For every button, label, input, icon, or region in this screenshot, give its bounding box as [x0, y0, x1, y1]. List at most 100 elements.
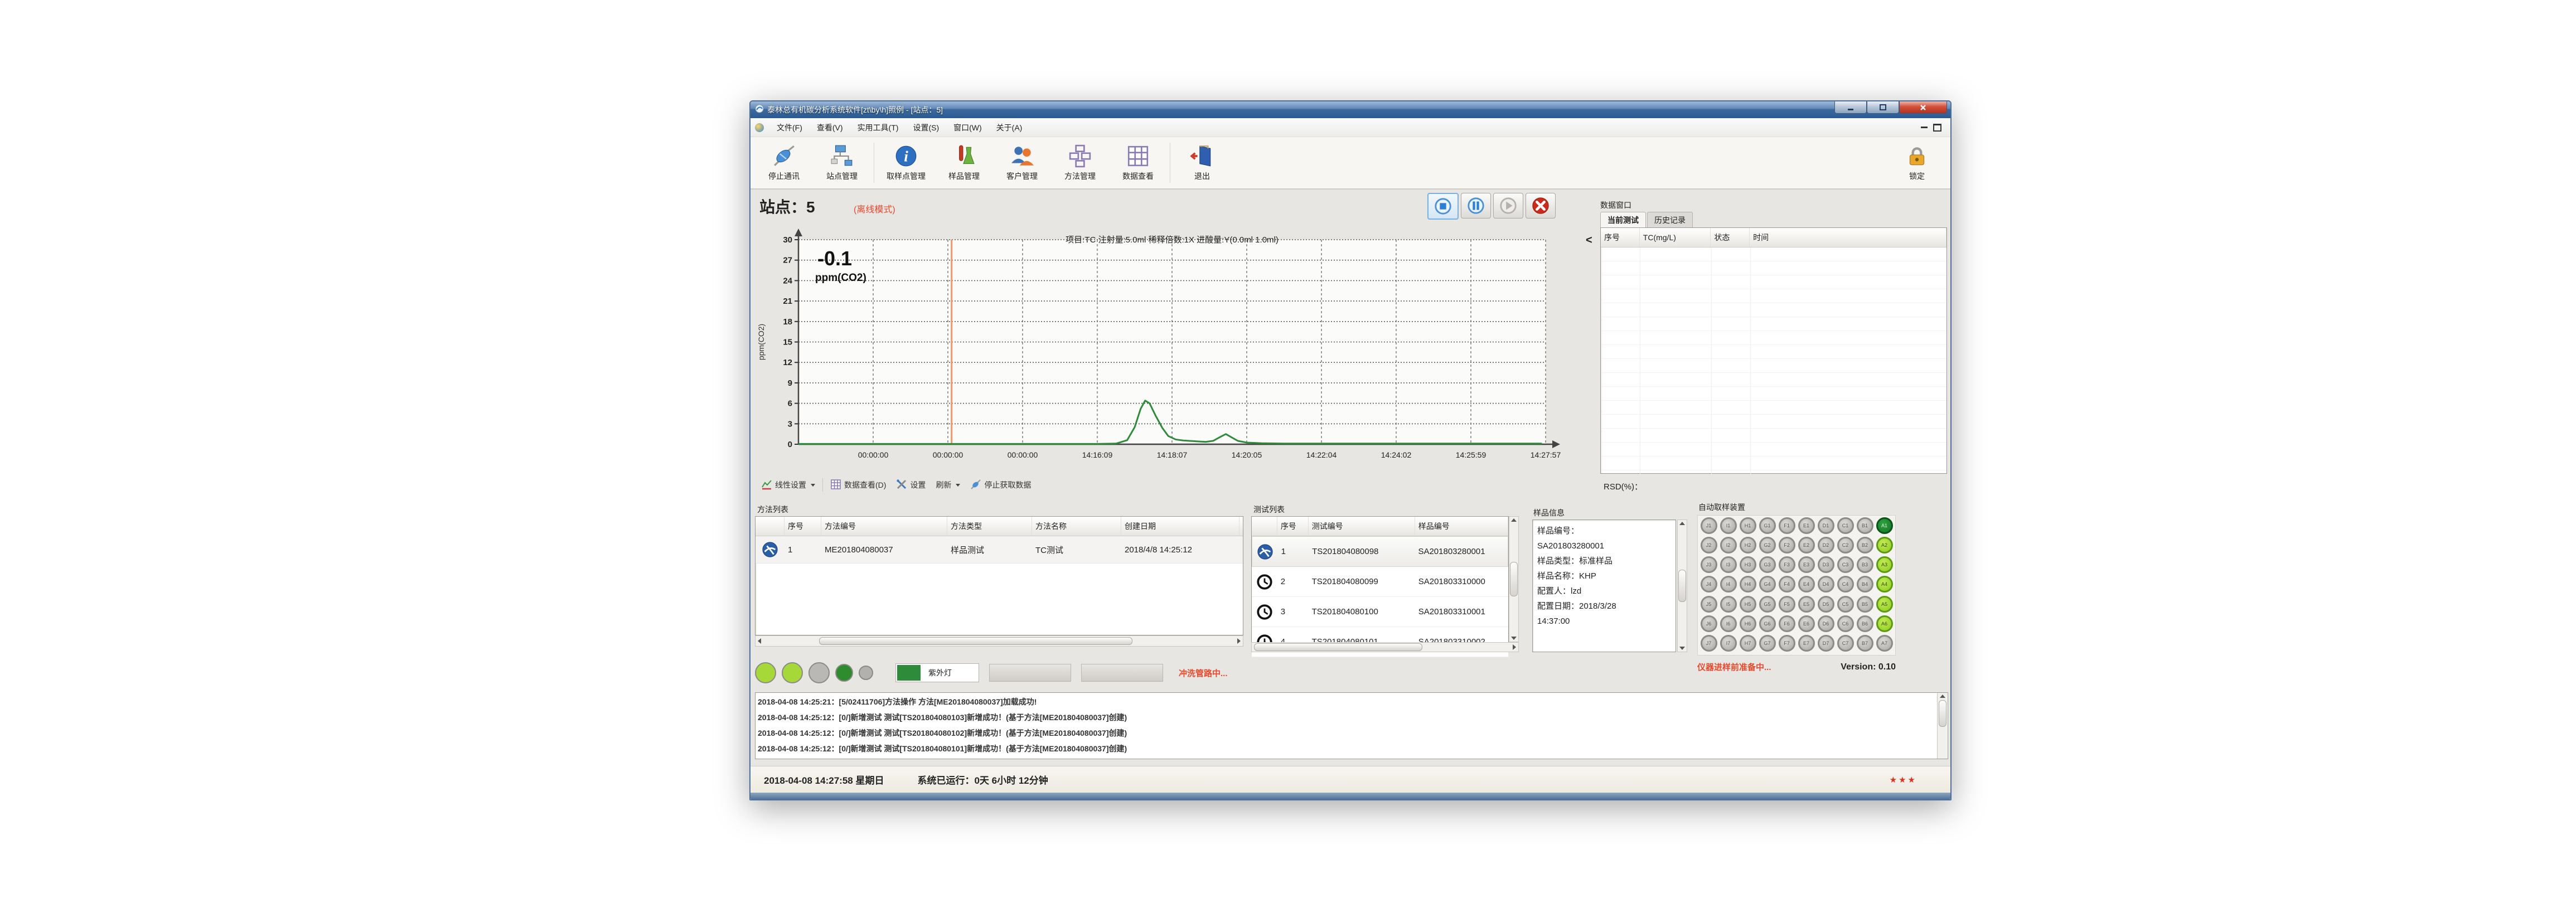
well-D2[interactable]: D2: [1818, 537, 1834, 554]
well-H7[interactable]: H7: [1740, 635, 1756, 652]
data-view-chart-tool[interactable]: 数据查看(D): [825, 477, 891, 493]
well-B6[interactable]: B6: [1857, 615, 1873, 632]
sample-info-vscrollbar[interactable]: [1677, 520, 1687, 652]
well-J1[interactable]: J1: [1701, 517, 1717, 534]
test-row[interactable]: 3TS201804080100SA201803310001: [1252, 597, 1508, 627]
well-I4[interactable]: I4: [1720, 576, 1737, 593]
well-J2[interactable]: J2: [1701, 537, 1717, 554]
tab-current-test[interactable]: 当前测试: [1600, 212, 1646, 228]
well-E1[interactable]: E1: [1798, 517, 1815, 534]
stop-acquire-chart-tool[interactable]: 停止获取数据: [965, 477, 1036, 493]
well-I5[interactable]: I5: [1720, 596, 1737, 613]
data-view-button[interactable]: 数据查看: [1109, 139, 1167, 187]
menu-item-file[interactable]: 文件(F): [769, 118, 810, 137]
event-log[interactable]: 2018-04-08 14:25:21：[5/02411706]方法操作 方法[…: [755, 692, 1948, 759]
well-B4[interactable]: B4: [1857, 576, 1873, 593]
well-F6[interactable]: F6: [1779, 615, 1795, 632]
well-H5[interactable]: H5: [1740, 596, 1756, 613]
well-I6[interactable]: I6: [1720, 615, 1737, 632]
well-A6[interactable]: A6: [1876, 615, 1893, 632]
well-J6[interactable]: J6: [1701, 615, 1717, 632]
sample-manage-button[interactable]: 样品管理: [935, 139, 993, 187]
minimize-button[interactable]: [1834, 101, 1867, 114]
well-E7[interactable]: E7: [1798, 635, 1815, 652]
well-C1[interactable]: C1: [1837, 517, 1854, 534]
well-B5[interactable]: B5: [1857, 596, 1873, 613]
test-row[interactable]: 2TS201804080099SA201803310000: [1252, 567, 1508, 597]
well-H3[interactable]: H3: [1740, 556, 1756, 573]
well-D7[interactable]: D7: [1818, 635, 1834, 652]
well-F5[interactable]: F5: [1779, 596, 1795, 613]
menu-item-settings[interactable]: 设置(S): [906, 118, 946, 137]
well-F7[interactable]: F7: [1779, 635, 1795, 652]
well-F3[interactable]: F3: [1779, 556, 1795, 573]
menu-item-view[interactable]: 查看(V): [810, 118, 850, 137]
well-D5[interactable]: D5: [1818, 596, 1834, 613]
well-A4[interactable]: A4: [1876, 576, 1893, 593]
well-G1[interactable]: G1: [1759, 517, 1776, 534]
title-bar[interactable]: 泰林总有机碳分析系统软件[zt\by\h]照例 - [站点：5]: [750, 101, 1950, 118]
well-D1[interactable]: D1: [1818, 517, 1834, 534]
tab-history[interactable]: 历史记录: [1647, 212, 1693, 228]
well-B7[interactable]: B7: [1857, 635, 1873, 652]
exit-button[interactable]: 退出: [1173, 139, 1231, 187]
well-E6[interactable]: E6: [1798, 615, 1815, 632]
well-B2[interactable]: B2: [1857, 537, 1873, 554]
settings-chart-tool[interactable]: 设置: [891, 477, 931, 493]
well-J4[interactable]: J4: [1701, 576, 1717, 593]
well-C5[interactable]: C5: [1837, 596, 1854, 613]
well-C6[interactable]: C6: [1837, 615, 1854, 632]
well-C4[interactable]: C4: [1837, 576, 1854, 593]
well-H2[interactable]: H2: [1740, 537, 1756, 554]
play-run-button[interactable]: [1493, 193, 1523, 219]
well-J3[interactable]: J3: [1701, 556, 1717, 573]
sampling-point-manage-button[interactable]: i取样点管理: [877, 139, 935, 187]
test-list-hscrollbar[interactable]: [1251, 642, 1519, 652]
well-G6[interactable]: G6: [1759, 615, 1776, 632]
well-E4[interactable]: E4: [1798, 576, 1815, 593]
well-F2[interactable]: F2: [1779, 537, 1795, 554]
method-row[interactable]: 1ME201804080037样品测试TC测试2018/4/8 14:25:12: [756, 536, 1243, 564]
well-D6[interactable]: D6: [1818, 615, 1834, 632]
pause-run-button[interactable]: [1461, 193, 1491, 219]
well-E5[interactable]: E5: [1798, 596, 1815, 613]
well-J5[interactable]: J5: [1701, 596, 1717, 613]
customer-manage-button[interactable]: 客户管理: [993, 139, 1051, 187]
well-I7[interactable]: I7: [1720, 635, 1737, 652]
well-I1[interactable]: I1: [1720, 517, 1737, 534]
refresh-chart-tool[interactable]: 刷新: [931, 477, 965, 493]
well-F1[interactable]: F1: [1779, 517, 1795, 534]
well-A5[interactable]: A5: [1876, 596, 1893, 613]
current-test-table[interactable]: 序号TC(mg/L)状态时间: [1600, 227, 1947, 474]
lock-button[interactable]: 锁定: [1888, 139, 1946, 187]
well-G3[interactable]: G3: [1759, 556, 1776, 573]
well-H4[interactable]: H4: [1740, 576, 1756, 593]
close-button[interactable]: [1899, 101, 1947, 114]
well-I3[interactable]: I3: [1720, 556, 1737, 573]
well-G4[interactable]: G4: [1759, 576, 1776, 593]
well-H1[interactable]: H1: [1740, 517, 1756, 534]
well-I2[interactable]: I2: [1720, 537, 1737, 554]
well-C2[interactable]: C2: [1837, 537, 1854, 554]
well-F4[interactable]: F4: [1779, 576, 1795, 593]
method-manage-button[interactable]: 方法管理: [1051, 139, 1109, 187]
well-H6[interactable]: H6: [1740, 615, 1756, 632]
collapse-chevron[interactable]: <: [1586, 234, 1592, 247]
well-B1[interactable]: B1: [1857, 517, 1873, 534]
test-row[interactable]: 1TS201804080098SA201803280001: [1252, 536, 1508, 567]
close-run-button[interactable]: [1526, 193, 1556, 219]
site-manage-button[interactable]: 站点管理: [813, 139, 871, 187]
well-G7[interactable]: G7: [1759, 635, 1776, 652]
linear-settings-chart-tool[interactable]: 线性设置: [756, 477, 820, 493]
method-list-hscrollbar[interactable]: [755, 635, 1243, 647]
well-A7[interactable]: A7: [1876, 635, 1893, 652]
well-A1[interactable]: A1: [1876, 517, 1893, 534]
well-E2[interactable]: E2: [1798, 537, 1815, 554]
mdi-minimize-button[interactable]: [1921, 127, 1928, 128]
well-J7[interactable]: J7: [1701, 635, 1717, 652]
well-A3[interactable]: A3: [1876, 556, 1893, 573]
menu-item-window[interactable]: 窗口(W): [946, 118, 989, 137]
test-list-vscrollbar[interactable]: [1509, 516, 1519, 642]
well-C3[interactable]: C3: [1837, 556, 1854, 573]
log-vscrollbar[interactable]: [1937, 693, 1947, 759]
